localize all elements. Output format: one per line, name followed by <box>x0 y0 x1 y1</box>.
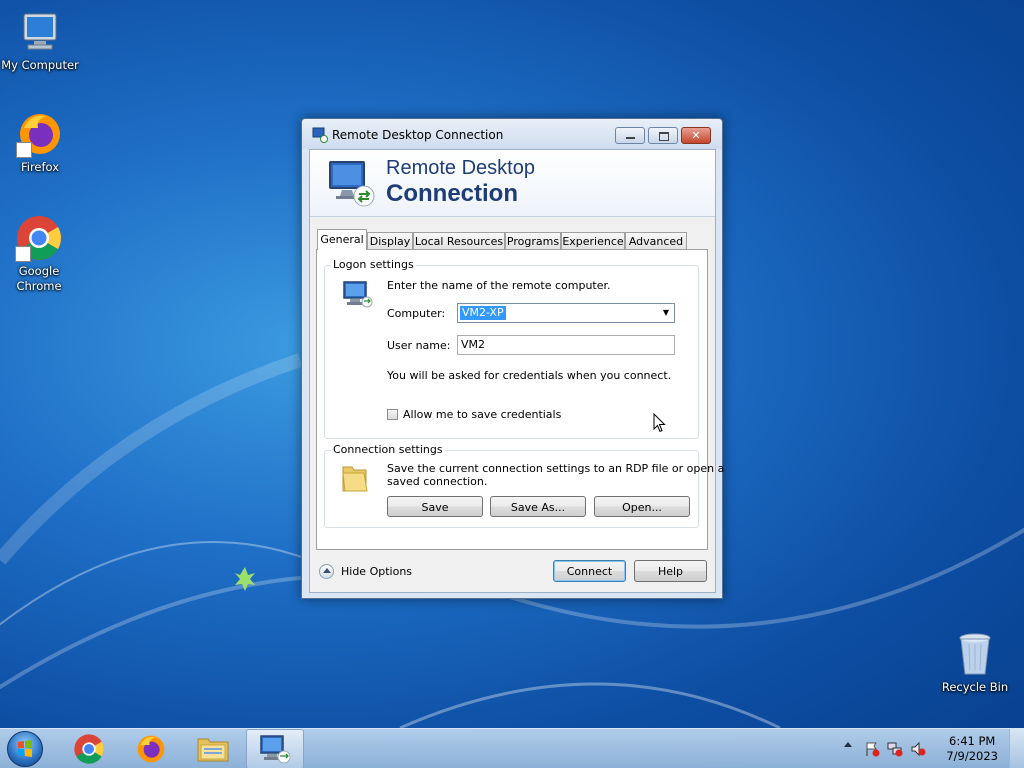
computer-icon <box>343 281 373 308</box>
tab-display[interactable]: Display <box>367 232 413 249</box>
computer-label: Computer: <box>387 307 446 320</box>
save-button[interactable]: Save <box>387 496 483 517</box>
connection-description-line1: Save the current connection settings to … <box>387 462 725 475</box>
save-credentials-checkbox[interactable] <box>387 409 398 420</box>
mouse-cursor-icon <box>653 413 666 433</box>
system-tray: 6:41 PM 7/9/2023 <box>834 729 1024 768</box>
open-button[interactable]: Open... <box>594 496 690 517</box>
file-explorer-icon <box>197 738 229 762</box>
show-desktop-button[interactable] <box>1009 729 1024 768</box>
show-hidden-icons-button[interactable] <box>844 742 852 747</box>
taskbar-remote-desktop[interactable] <box>246 729 304 768</box>
action-center-flag-icon[interactable] <box>864 741 880 757</box>
chevron-up-icon[interactable] <box>319 564 334 579</box>
desktop-icon-google-chrome[interactable]: Google Chrome <box>0 214 79 294</box>
recycle-bin-icon <box>959 633 991 675</box>
save-as-button[interactable]: Save As... <box>490 496 586 517</box>
remote-desktop-icon <box>260 735 291 764</box>
network-icon[interactable] <box>887 741 903 757</box>
username-label: User name: <box>387 339 451 352</box>
clock-date: 7/9/2023 <box>946 749 998 763</box>
remote-desktop-icon <box>312 127 328 143</box>
minimize-icon <box>626 137 635 139</box>
desktop-icon-label: Google Chrome <box>16 264 62 293</box>
start-button[interactable] <box>7 731 43 767</box>
shortcut-arrow-icon <box>15 246 31 262</box>
banner-title-line1: Remote Desktop <box>386 157 535 179</box>
firefox-icon <box>137 735 165 763</box>
desktop-icon-my-computer[interactable]: My Computer <box>0 8 80 73</box>
save-credentials-label[interactable]: Allow me to save credentials <box>403 408 561 421</box>
group-label: Logon settings <box>331 258 416 271</box>
banner-title-line2: Connection <box>386 180 518 207</box>
group-label: Connection settings <box>331 443 445 456</box>
windows-logo-icon <box>18 740 32 757</box>
connection-settings-group: Connection settings Save the current con… <box>324 443 724 528</box>
desktop-icon-recycle-bin[interactable]: Recycle Bin <box>935 630 1015 695</box>
hide-options-link[interactable]: Hide Options <box>341 565 412 578</box>
maximize-button[interactable] <box>648 127 678 144</box>
volume-muted-icon[interactable] <box>910 741 926 757</box>
tab-local-resources[interactable]: Local Resources <box>413 232 505 249</box>
tab-general[interactable]: General <box>317 229 367 250</box>
computer-icon <box>23 13 57 50</box>
window-title: Remote Desktop Connection <box>332 128 504 142</box>
close-button[interactable]: ✕ <box>681 127 711 144</box>
taskbar-chrome[interactable] <box>60 729 118 768</box>
desktop-icon-label: Firefox <box>20 160 60 174</box>
taskbar-file-explorer[interactable] <box>184 729 242 768</box>
minimize-button[interactable] <box>615 127 645 144</box>
chrome-icon <box>74 734 104 764</box>
tab-programs[interactable]: Programs <box>505 232 561 249</box>
taskbar-firefox[interactable] <box>122 729 180 768</box>
title-bar[interactable]: Remote Desktop Connection ✕ <box>302 119 722 149</box>
computer-value: VM2-XP <box>460 306 506 320</box>
taskbar-clock[interactable]: 6:41 PM 7/9/2023 <box>946 734 998 764</box>
window-body: Remote Desktop Connection General Displa… <box>309 149 724 593</box>
shortcut-arrow-icon <box>16 142 32 158</box>
connect-button[interactable]: Connect <box>553 560 626 582</box>
connection-description-line2: saved connection. <box>387 475 488 488</box>
help-button[interactable]: Help <box>634 560 707 582</box>
clock-time: 6:41 PM <box>949 734 996 748</box>
desktop-icon-firefox[interactable]: Firefox <box>0 110 80 175</box>
desktop-icon-label: Recycle Bin <box>941 680 1009 694</box>
logon-intro-text: Enter the name of the remote computer. <box>387 279 611 292</box>
rdc-window: Remote Desktop Connection ✕ Remote Deskt… <box>301 118 724 599</box>
tab-experience[interactable]: Experience <box>561 232 625 249</box>
computer-combobox[interactable]: VM2-XP ▼ <box>457 303 675 323</box>
tab-panel-general: Logon settings Enter the name of the rem… <box>316 249 724 550</box>
username-field[interactable]: VM2 <box>457 335 675 355</box>
chevron-down-icon[interactable]: ▼ <box>658 304 674 322</box>
tab-advanced[interactable]: Advanced <box>625 232 687 249</box>
banner: Remote Desktop Connection <box>310 150 715 217</box>
close-icon: ✕ <box>691 129 701 142</box>
restore-icon <box>659 132 669 141</box>
folder-icon <box>342 466 368 492</box>
desktop-icon-label: My Computer <box>1 58 79 72</box>
credentials-note: You will be asked for credentials when y… <box>387 369 672 382</box>
logon-settings-group: Logon settings Enter the name of the rem… <box>324 258 699 439</box>
taskbar: 6:41 PM 7/9/2023 <box>0 728 1024 768</box>
remote-desktop-banner-icon <box>329 161 375 207</box>
